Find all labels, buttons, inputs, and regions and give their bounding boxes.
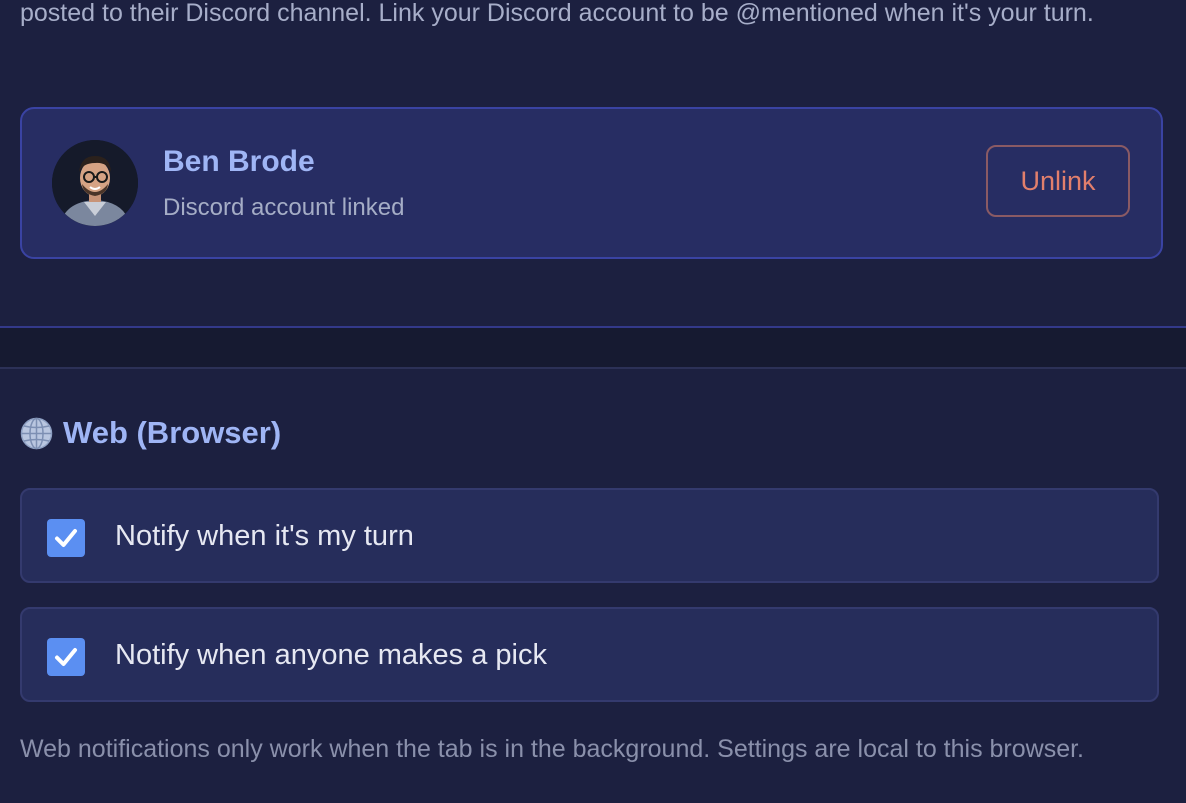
web-notifications-footnote: Web notifications only work when the tab… <box>20 735 1085 763</box>
checkmark-icon <box>55 529 77 547</box>
web-section-title: Web (Browser) <box>63 415 282 450</box>
discord-account-status: Discord account linked <box>163 194 405 221</box>
discord-section: posted to their Discord channel. Link yo… <box>0 0 1186 328</box>
avatar <box>52 140 138 226</box>
web-section-heading: Web (Browser) <box>20 415 281 451</box>
notify-any-pick-option[interactable]: Notify when anyone makes a pick <box>20 607 1159 702</box>
section-divider <box>0 328 1186 369</box>
notify-any-pick-label: Notify when anyone makes a pick <box>115 639 547 671</box>
discord-intro-text: posted to their Discord channel. Link yo… <box>20 0 1094 27</box>
notify-any-pick-checkbox[interactable] <box>47 638 85 676</box>
globe-icon <box>20 417 53 449</box>
unlink-button[interactable]: Unlink <box>986 145 1130 217</box>
web-browser-section: Web (Browser) Notify when it's my turn N… <box>0 369 1186 803</box>
discord-account-name: Ben Brode <box>163 145 315 178</box>
discord-account-card: Ben Brode Discord account linked Unlink <box>20 107 1163 259</box>
notify-my-turn-checkbox[interactable] <box>47 519 85 557</box>
notification-settings-page: posted to their Discord channel. Link yo… <box>0 0 1186 803</box>
notify-my-turn-option[interactable]: Notify when it's my turn <box>20 488 1159 583</box>
notify-my-turn-label: Notify when it's my turn <box>115 520 414 552</box>
checkmark-icon <box>55 648 77 666</box>
